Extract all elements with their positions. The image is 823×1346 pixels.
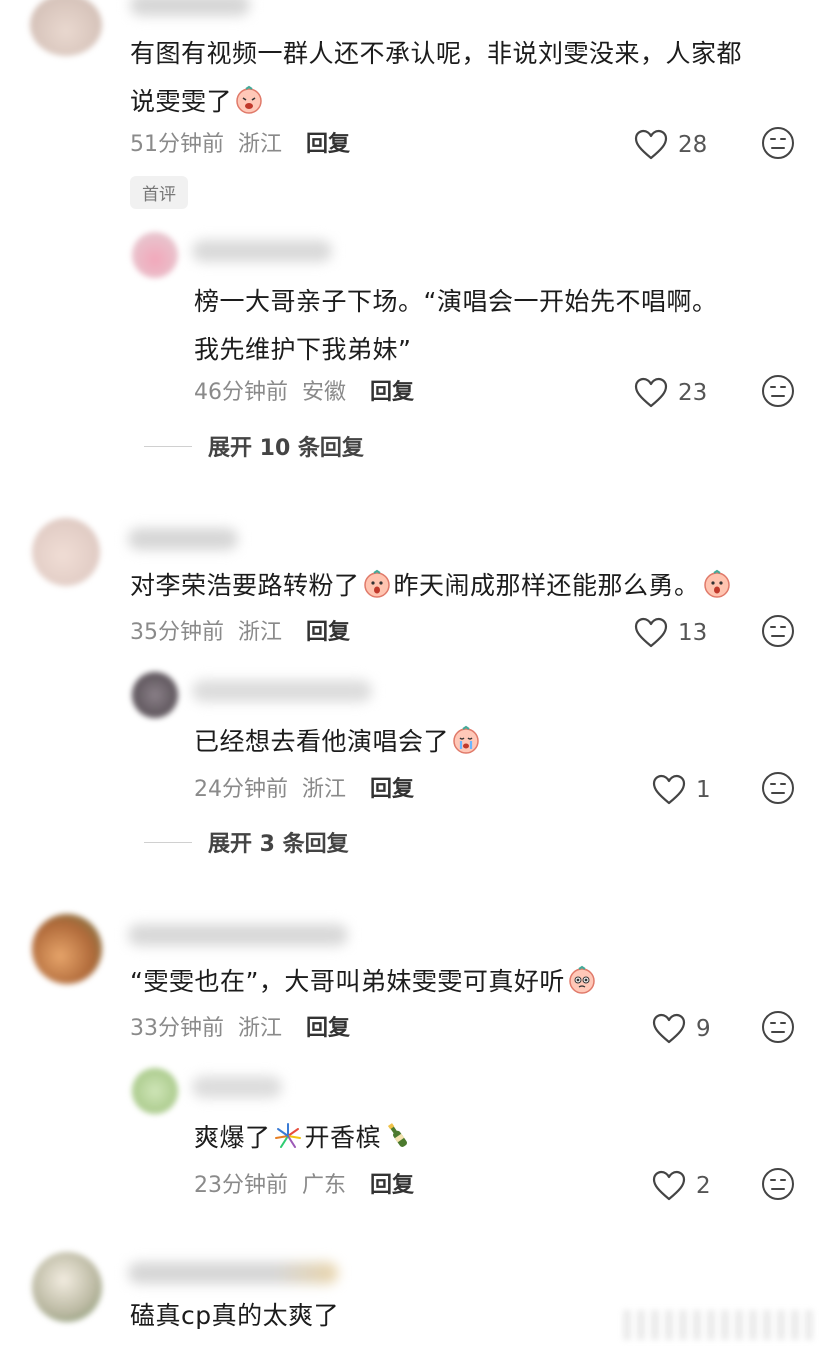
like-count: 1 xyxy=(696,777,711,803)
neutral-face-icon[interactable] xyxy=(761,126,795,160)
neutral-face-icon[interactable] xyxy=(761,1167,795,1201)
heart-outline-icon xyxy=(634,377,668,408)
username[interactable] xyxy=(130,0,250,16)
username[interactable] xyxy=(128,924,348,946)
location: 广东 xyxy=(302,1173,347,1198)
comment-meta: 33分钟前 浙江 回复 xyxy=(130,1010,350,1042)
username[interactable] xyxy=(192,680,372,702)
neutral-face-icon[interactable] xyxy=(761,771,795,805)
avatar[interactable] xyxy=(30,0,102,56)
timestamp: 33分钟前 xyxy=(130,1016,224,1041)
heart-outline-icon xyxy=(652,1013,686,1044)
expand-label: 展开 3 条回复 xyxy=(208,832,349,857)
reply-meta: 46分钟前 安徽 回复 xyxy=(194,374,414,406)
like-button[interactable]: 23 xyxy=(634,375,707,411)
avatar[interactable] xyxy=(132,672,178,718)
comment-text: 有图有视频一群人还不承认呢，非说刘雯没来，人家都 说雯雯了 xyxy=(130,39,743,116)
avatar[interactable] xyxy=(32,914,102,984)
reply-text: 榜一大哥亲子下场。“演唱会一开始先不唱啊。 我先维护下我弟妹” xyxy=(194,287,718,364)
location: 浙江 xyxy=(238,620,283,645)
neutral-face-icon[interactable] xyxy=(761,374,795,408)
neutral-face-icon[interactable] xyxy=(761,614,795,648)
heart-outline-icon xyxy=(652,1170,686,1201)
like-count: 2 xyxy=(696,1173,711,1199)
like-count: 23 xyxy=(678,380,708,406)
reply-button[interactable]: 回复 xyxy=(370,771,414,803)
watermark xyxy=(623,1310,813,1340)
like-button[interactable]: 1 xyxy=(652,772,711,808)
champagne-bottle-icon xyxy=(387,1123,408,1147)
like-count: 13 xyxy=(678,620,708,646)
divider-line xyxy=(144,445,192,447)
pleading-peach-emoji-icon xyxy=(569,965,595,994)
comment-meta: 51分钟前 浙江 回复 xyxy=(130,126,350,158)
like-button[interactable]: 28 xyxy=(634,127,707,163)
surprised-peach-emoji-icon xyxy=(363,569,390,598)
reply-meta: 23分钟前 广东 回复 xyxy=(194,1167,414,1199)
username[interactable] xyxy=(128,1262,338,1284)
like-button[interactable]: 2 xyxy=(652,1168,711,1204)
heart-outline-icon xyxy=(652,774,686,805)
reply-text: 爽爆了 开香槟 xyxy=(194,1114,794,1162)
reply-button[interactable]: 回复 xyxy=(370,1167,414,1199)
like-count: 9 xyxy=(696,1016,711,1042)
crying-peach-emoji-icon xyxy=(453,725,479,754)
timestamp: 35分钟前 xyxy=(130,620,224,645)
comment-text: “雯雯也在”，大哥叫弟妹雯雯可真好听 xyxy=(130,958,810,1006)
expand-label: 展开 10 条回复 xyxy=(208,436,364,461)
reply-button[interactable]: 回复 xyxy=(306,126,350,158)
expand-replies-button[interactable]: 展开 3 条回复 xyxy=(144,826,349,858)
heart-outline-icon xyxy=(634,617,668,648)
location: 浙江 xyxy=(302,777,347,802)
like-button[interactable]: 13 xyxy=(634,615,707,651)
timestamp: 23分钟前 xyxy=(194,1173,288,1198)
location: 浙江 xyxy=(238,1016,283,1041)
first-comment-badge: 首评 xyxy=(130,176,188,209)
avatar[interactable] xyxy=(32,518,100,586)
username[interactable] xyxy=(192,240,332,262)
surprised-peach-emoji-icon xyxy=(703,569,730,598)
location: 安徽 xyxy=(302,380,347,405)
reply-button[interactable]: 回复 xyxy=(370,374,414,406)
location: 浙江 xyxy=(238,132,283,157)
heart-outline-icon xyxy=(634,129,668,160)
timestamp: 51分钟前 xyxy=(130,132,224,157)
like-count: 28 xyxy=(678,132,708,158)
reply-meta: 24分钟前 浙江 回复 xyxy=(194,771,414,803)
neutral-face-icon[interactable] xyxy=(761,1010,795,1044)
avatar[interactable] xyxy=(132,232,178,278)
expand-replies-button[interactable]: 展开 10 条回复 xyxy=(144,430,364,462)
timestamp: 46分钟前 xyxy=(194,380,288,405)
like-button[interactable]: 9 xyxy=(652,1011,711,1047)
timestamp: 24分钟前 xyxy=(194,777,288,802)
reply-text: 已经想去看他演唱会了 xyxy=(194,718,794,766)
reply-button[interactable]: 回复 xyxy=(306,1010,350,1042)
reply-button[interactable]: 回复 xyxy=(306,614,350,646)
avatar[interactable] xyxy=(132,1068,178,1114)
username[interactable] xyxy=(192,1076,282,1098)
crying-peach-emoji-icon xyxy=(236,85,262,114)
fireworks-emoji-icon xyxy=(274,1123,301,1148)
username[interactable] xyxy=(128,528,238,550)
comment-meta: 35分钟前 浙江 回复 xyxy=(130,614,350,646)
avatar[interactable] xyxy=(32,1252,102,1322)
divider-line xyxy=(144,841,192,843)
comment-text: 对李荣浩要路转粉了 昨天闹成那样还能那么勇。 xyxy=(130,562,810,610)
